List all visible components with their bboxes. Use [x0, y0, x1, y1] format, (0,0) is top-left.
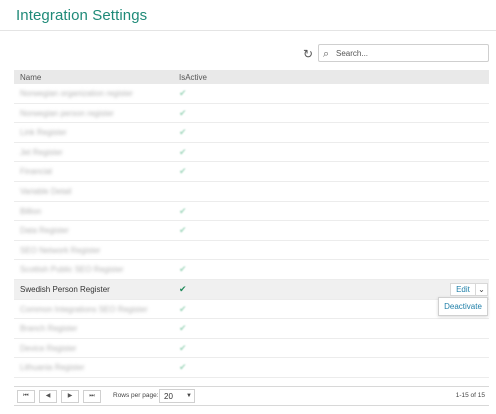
- table-row[interactable]: Link Register ✔: [14, 123, 489, 143]
- row-name: Data Register: [20, 226, 69, 236]
- check-icon: ✔: [179, 264, 187, 275]
- row-name: Variable Detail: [20, 186, 72, 196]
- check-icon: ✔: [179, 342, 187, 353]
- table-row[interactable]: Financial ✔: [14, 162, 489, 182]
- row-name: Norwegian person register: [20, 108, 114, 118]
- search-input[interactable]: [336, 45, 484, 61]
- row-name: Financial: [20, 167, 53, 177]
- chevron-down-icon: ▼: [186, 393, 192, 399]
- table-row[interactable]: Data Register ✔: [14, 221, 489, 241]
- rows-per-page-label: Rows per page:: [113, 392, 159, 399]
- last-page-button[interactable]: ⏭: [83, 390, 101, 403]
- page-info: 1-15 of 15: [455, 392, 485, 399]
- table-row[interactable]: Swedish Person Register ✔ Edit ⌄ Deactivate: [14, 279, 489, 316]
- table-row[interactable]: Device Register ✔: [14, 339, 489, 359]
- chevron-down-icon[interactable]: ⌄: [476, 282, 488, 296]
- deactivate-menu-item[interactable]: Deactivate: [439, 298, 487, 315]
- check-icon: ✔: [179, 127, 187, 138]
- row-name: Device Register: [20, 343, 77, 353]
- check-icon: ✔: [179, 205, 187, 216]
- search-box[interactable]: ⌕: [318, 44, 489, 62]
- check-icon: ✔: [179, 166, 187, 177]
- table-row[interactable]: Norwegian organization register ✔: [14, 84, 489, 104]
- column-header-name[interactable]: Name: [20, 73, 41, 82]
- check-icon: ✔: [179, 323, 187, 334]
- rows-per-page-select[interactable]: 20 ▼: [159, 389, 195, 403]
- check-icon: ✔: [179, 107, 187, 118]
- row-name: Link Register: [20, 128, 67, 138]
- previous-page-button[interactable]: ◀: [39, 390, 57, 403]
- row-name: Jet Register: [20, 147, 63, 157]
- check-icon: ✔: [179, 303, 187, 314]
- refresh-icon[interactable]: ↻: [301, 47, 315, 61]
- next-page-button[interactable]: ▶: [61, 390, 79, 403]
- row-name: SEO Network Register: [20, 245, 101, 255]
- table-row[interactable]: Branch Register ✔: [14, 319, 489, 339]
- toolbar: ↻ ⌕: [0, 44, 496, 64]
- check-icon: ✔: [179, 146, 187, 157]
- grid-header: Name IsActive: [14, 70, 489, 84]
- table-row[interactable]: SEO Network Register: [14, 241, 489, 261]
- page-title: Integration Settings: [16, 7, 148, 24]
- check-icon: ✔: [179, 283, 187, 294]
- integration-grid: Name IsActive Norwegian organization reg…: [14, 70, 489, 378]
- table-row[interactable]: Scottish Public SEO Register ✔: [14, 260, 489, 280]
- table-row[interactable]: Variable Detail: [14, 182, 489, 202]
- check-icon: ✔: [179, 88, 187, 98]
- table-row[interactable]: Norwegian person register ✔: [14, 104, 489, 124]
- title-divider: [0, 30, 496, 31]
- column-header-isactive[interactable]: IsActive: [179, 73, 207, 82]
- row-actions-menu: Deactivate: [438, 296, 488, 316]
- pagination-bar: ⏮ ◀ ▶ ⏭ Rows per page: 20 ▼ 1-15 of 15: [14, 386, 489, 406]
- table-row[interactable]: Common Integrations SEO Register ✔: [14, 300, 489, 320]
- check-icon: ✔: [179, 225, 187, 236]
- row-name: Scottish Public SEO Register: [20, 265, 124, 275]
- grid-body: Norwegian organization register ✔ Norwegia…: [14, 84, 489, 378]
- row-name: Branch Register: [20, 324, 78, 334]
- check-icon: ✔: [179, 362, 187, 373]
- row-name: Norwegian organization register: [20, 89, 133, 98]
- row-name: Common Integrations SEO Register: [20, 304, 148, 314]
- row-name: Lithuania Register: [20, 363, 85, 373]
- table-row[interactable]: Jet Register ✔: [14, 143, 489, 163]
- rows-per-page-value: 20: [164, 392, 173, 401]
- edit-button[interactable]: Edit: [450, 282, 476, 296]
- first-page-button[interactable]: ⏮: [17, 390, 35, 403]
- search-icon: ⌕: [323, 48, 330, 60]
- table-row[interactable]: Billion ✔: [14, 202, 489, 222]
- row-name: Swedish Person Register: [20, 284, 110, 294]
- row-name: Billion: [20, 206, 42, 216]
- table-row[interactable]: Lithuania Register ✔: [14, 358, 489, 378]
